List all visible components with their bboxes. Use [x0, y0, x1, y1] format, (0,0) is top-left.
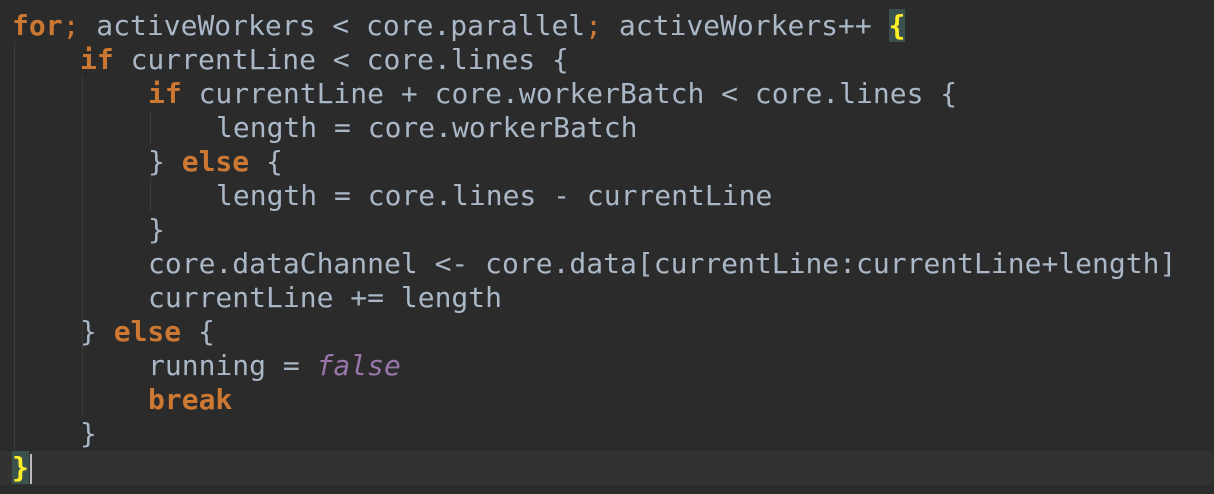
code-line-3[interactable]: if currentLine + core.workerBatch < core…: [148, 77, 957, 111]
code-text: length = core.lines - currentLine: [216, 179, 773, 212]
code-text: currentLine += length: [148, 281, 503, 314]
code-text: running =: [148, 349, 317, 382]
code-text: }: [148, 145, 182, 178]
keyword-else: else: [113, 315, 182, 348]
current-line-highlight: [0, 451, 1214, 485]
code-text: {: [249, 145, 283, 178]
code-line-8[interactable]: core.dataChannel <- core.data[currentLin…: [148, 247, 1176, 281]
code-line-5[interactable]: } else {: [148, 145, 283, 179]
code-line-4[interactable]: length = core.workerBatch: [216, 111, 637, 145]
code-text: }: [80, 315, 114, 348]
code-line-1[interactable]: for; activeWorkers < core.parallel; acti…: [12, 9, 906, 43]
code-line-7[interactable]: }: [148, 213, 165, 247]
indent-guide: [14, 42, 15, 450]
code-text: length = core.workerBatch: [216, 111, 638, 144]
semicolon: ;: [62, 9, 80, 42]
code-text: {: [181, 315, 215, 348]
code-editor[interactable]: for; activeWorkers < core.parallel; acti…: [0, 0, 1214, 494]
code-line-14[interactable]: }: [12, 451, 32, 485]
indent-guide: [150, 178, 151, 212]
code-line-11[interactable]: running = false: [148, 349, 401, 383]
keyword-if: if: [148, 77, 182, 110]
code-text: core.dataChannel <- core.data[currentLin…: [148, 247, 1177, 280]
code-line-6[interactable]: length = core.lines - currentLine: [216, 179, 772, 213]
code-text: currentLine < core.lines {: [113, 43, 569, 76]
text-caret: [29, 454, 32, 484]
keyword-break: break: [148, 383, 233, 416]
literal-false: false: [316, 349, 401, 382]
keyword-else: else: [181, 145, 250, 178]
matched-brace-close: }: [12, 451, 29, 484]
code-line-9[interactable]: currentLine += length: [148, 281, 502, 315]
indent-guide: [150, 110, 151, 144]
code-line-13[interactable]: }: [80, 417, 97, 451]
code-text: }: [80, 417, 97, 450]
code-line-2[interactable]: if currentLine < core.lines {: [80, 43, 569, 77]
loop-post: activeWorkers++: [602, 9, 889, 42]
code-line-10[interactable]: } else {: [80, 315, 215, 349]
loop-condition: activeWorkers < core.parallel: [79, 9, 586, 42]
semicolon: ;: [585, 9, 603, 42]
matched-brace-open: {: [888, 9, 906, 42]
keyword-if: if: [80, 43, 114, 76]
indent-guide: [82, 76, 83, 416]
code-text: currentLine + core.workerBatch < core.li…: [181, 77, 958, 110]
keyword-for: for: [12, 9, 63, 42]
code-line-12[interactable]: break: [148, 383, 232, 417]
code-text: }: [148, 213, 165, 246]
